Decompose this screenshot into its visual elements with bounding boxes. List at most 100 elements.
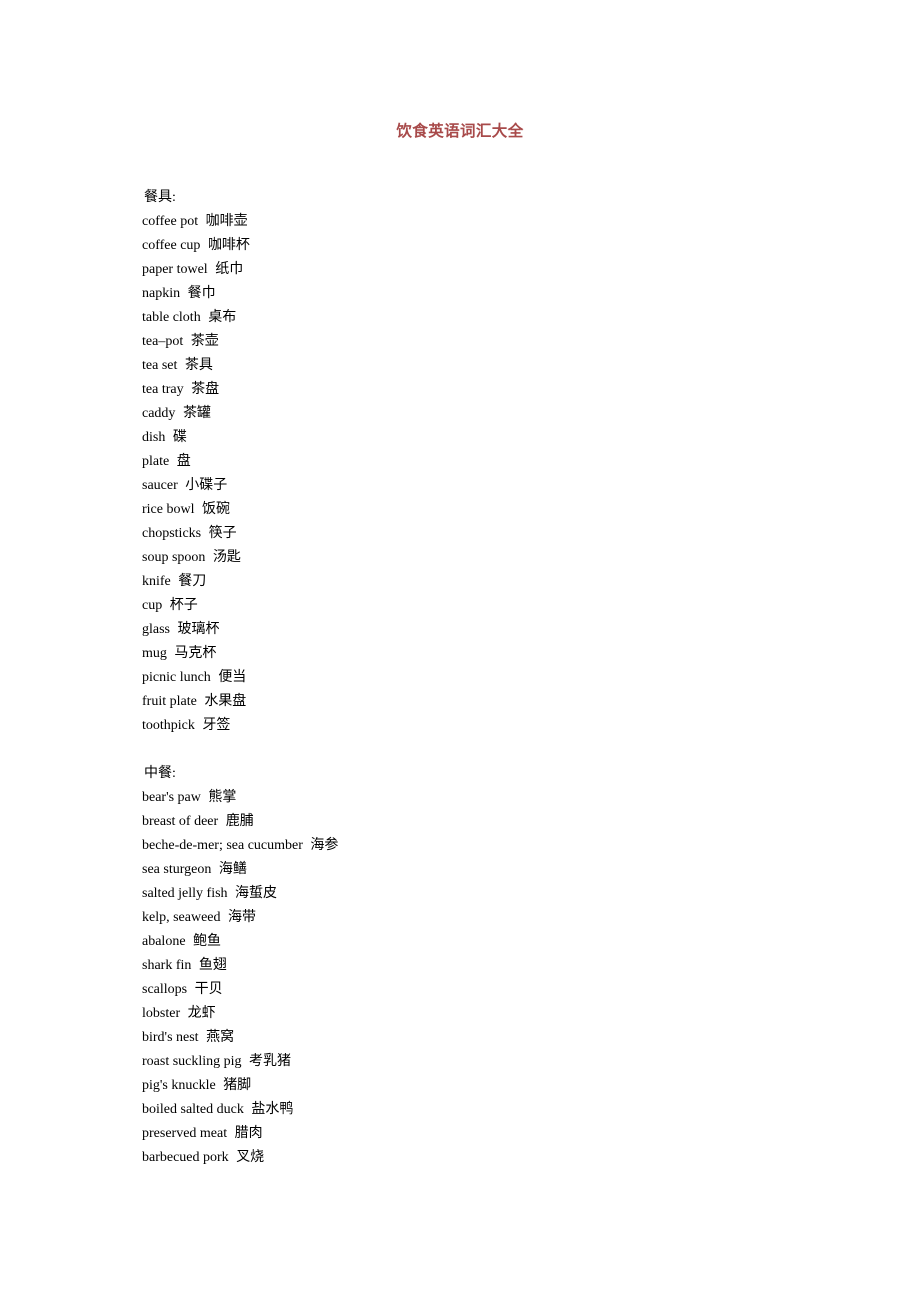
list-item: soup spoon 汤匙 bbox=[142, 546, 842, 570]
term-chinese: 海蜇皮 bbox=[235, 886, 278, 901]
term-list: bear's paw 熊掌 breast of deer 鹿脯 beche-de-m… bbox=[142, 786, 842, 1170]
term-chinese: 盘 bbox=[176, 454, 191, 469]
term-chinese: 玻璃杯 bbox=[177, 622, 220, 637]
term-chinese: 叉烧 bbox=[236, 1150, 265, 1165]
term-english: coffee cup bbox=[142, 238, 201, 253]
term-chinese: 海参 bbox=[310, 838, 339, 853]
term-chinese: 纸巾 bbox=[215, 262, 244, 277]
term-chinese: 茶罐 bbox=[182, 406, 211, 421]
term-english: caddy bbox=[142, 406, 176, 421]
document-page: 饮食英语词汇大全 餐具: coffee pot 咖啡壶 coffee cup 咖啡杯… bbox=[0, 0, 920, 1302]
term-english: scallops bbox=[142, 982, 188, 997]
term-chinese: 燕窝 bbox=[206, 1030, 235, 1045]
term-english: dish bbox=[142, 430, 166, 445]
term-english: preserved meat bbox=[142, 1126, 228, 1141]
list-item: toothpick 牙签 bbox=[142, 714, 842, 738]
list-item: bird's nest 燕窝 bbox=[142, 1026, 842, 1050]
term-chinese: 盐水鸭 bbox=[251, 1102, 294, 1117]
list-item: picnic lunch 便当 bbox=[142, 666, 842, 690]
term-english: table cloth bbox=[142, 310, 201, 325]
term-english: knife bbox=[142, 574, 171, 589]
term-chinese: 咖啡杯 bbox=[207, 238, 250, 253]
term-chinese: 餐巾 bbox=[187, 286, 216, 301]
term-chinese: 马克杯 bbox=[174, 646, 217, 661]
term-english: shark fin bbox=[142, 958, 192, 973]
section-heading: 中餐: bbox=[144, 766, 176, 781]
term-english: coffee pot bbox=[142, 214, 199, 229]
list-item: preserved meat 腊肉 bbox=[142, 1122, 842, 1146]
list-item: glass 玻璃杯 bbox=[142, 618, 842, 642]
term-chinese: 海鳝 bbox=[218, 862, 247, 877]
list-item: salted jelly fish 海蜇皮 bbox=[142, 882, 842, 906]
section-heading: 餐具: bbox=[144, 190, 176, 205]
term-chinese: 筷子 bbox=[208, 526, 237, 541]
term-chinese: 饭碗 bbox=[201, 502, 230, 517]
term-chinese: 龙虾 bbox=[187, 1006, 216, 1021]
term-chinese: 腊肉 bbox=[234, 1126, 263, 1141]
page-title: 饮食英语词汇大全 bbox=[396, 123, 524, 141]
term-list: coffee pot 咖啡壶 coffee cup 咖啡杯 paper towel … bbox=[142, 210, 842, 738]
list-item: tea–pot 茶壶 bbox=[142, 330, 842, 354]
list-item: table cloth 桌布 bbox=[142, 306, 842, 330]
term-english: cup bbox=[142, 598, 163, 613]
term-chinese: 考乳猪 bbox=[249, 1054, 292, 1069]
term-english: picnic lunch bbox=[142, 670, 211, 685]
term-english: barbecued pork bbox=[142, 1150, 229, 1165]
list-item: knife 餐刀 bbox=[142, 570, 842, 594]
list-item: mug 马克杯 bbox=[142, 642, 842, 666]
term-english: plate bbox=[142, 454, 170, 469]
list-item: barbecued pork 叉烧 bbox=[142, 1146, 842, 1170]
term-chinese: 鲍鱼 bbox=[193, 934, 222, 949]
term-chinese: 熊掌 bbox=[208, 790, 237, 805]
term-english: beche-de-mer; sea cucumber bbox=[142, 838, 303, 853]
list-item: shark fin 鱼翅 bbox=[142, 954, 842, 978]
term-english: tea–pot bbox=[142, 334, 184, 349]
term-english: tea set bbox=[142, 358, 178, 373]
vocabulary-section: 中餐: bear's paw 熊掌 breast of deer 鹿脯 beche-d… bbox=[142, 762, 842, 1170]
term-chinese: 牙签 bbox=[202, 718, 231, 733]
term-chinese: 碟 bbox=[172, 430, 187, 445]
list-item: beche-de-mer; sea cucumber 海参 bbox=[142, 834, 842, 858]
term-english: chopsticks bbox=[142, 526, 202, 541]
term-english: fruit plate bbox=[142, 694, 197, 709]
term-chinese: 杯子 bbox=[169, 598, 198, 613]
list-item: lobster 龙虾 bbox=[142, 1002, 842, 1026]
term-chinese: 茶具 bbox=[184, 358, 213, 373]
term-chinese: 干贝 bbox=[194, 982, 223, 997]
term-english: breast of deer bbox=[142, 814, 219, 829]
term-chinese: 海带 bbox=[228, 910, 257, 925]
list-item: saucer 小碟子 bbox=[142, 474, 842, 498]
term-english: kelp, seaweed bbox=[142, 910, 221, 925]
term-english: boiled salted duck bbox=[142, 1102, 244, 1117]
list-item: scallops 干贝 bbox=[142, 978, 842, 1002]
list-item: dish 碟 bbox=[142, 426, 842, 450]
term-english: bird's nest bbox=[142, 1030, 199, 1045]
list-item: boiled salted duck 盐水鸭 bbox=[142, 1098, 842, 1122]
list-item: kelp, seaweed 海带 bbox=[142, 906, 842, 930]
term-english: bear's paw bbox=[142, 790, 201, 805]
term-english: glass bbox=[142, 622, 170, 637]
term-chinese: 鱼翅 bbox=[198, 958, 227, 973]
list-item: bear's paw 熊掌 bbox=[142, 786, 842, 810]
vocabulary-content: 餐具: coffee pot 咖啡壶 coffee cup 咖啡杯 paper tow… bbox=[142, 186, 842, 1170]
term-chinese: 水果盘 bbox=[204, 694, 247, 709]
list-item: roast suckling pig 考乳猪 bbox=[142, 1050, 842, 1074]
list-item: breast of deer 鹿脯 bbox=[142, 810, 842, 834]
term-english: napkin bbox=[142, 286, 181, 301]
term-english: saucer bbox=[142, 478, 178, 493]
term-english: pig's knuckle bbox=[142, 1078, 216, 1093]
term-english: lobster bbox=[142, 1006, 181, 1021]
term-english: roast suckling pig bbox=[142, 1054, 242, 1069]
list-item: coffee pot 咖啡壶 bbox=[142, 210, 842, 234]
term-chinese: 桌布 bbox=[208, 310, 237, 325]
term-chinese: 茶壶 bbox=[190, 334, 219, 349]
term-chinese: 餐刀 bbox=[178, 574, 207, 589]
list-item: coffee cup 咖啡杯 bbox=[142, 234, 842, 258]
term-chinese: 小碟子 bbox=[185, 478, 228, 493]
term-chinese: 猪脚 bbox=[223, 1078, 252, 1093]
list-item: paper towel 纸巾 bbox=[142, 258, 842, 282]
term-english: rice bowl bbox=[142, 502, 195, 517]
list-item: chopsticks 筷子 bbox=[142, 522, 842, 546]
term-english: salted jelly fish bbox=[142, 886, 228, 901]
term-english: mug bbox=[142, 646, 167, 661]
